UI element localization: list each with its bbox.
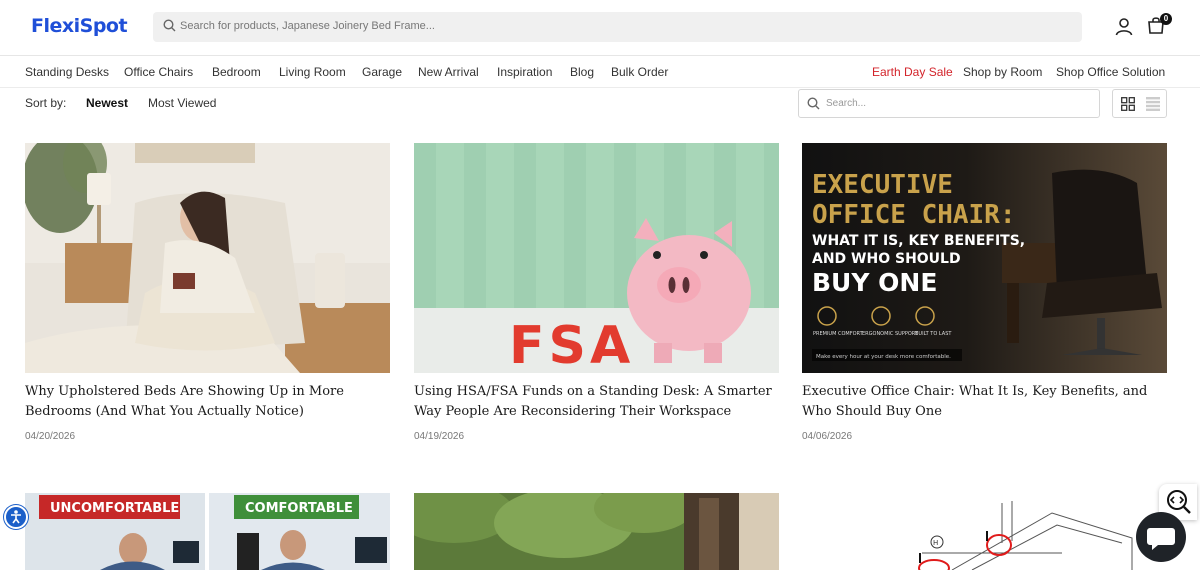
nav-garage[interactable]: Garage (362, 65, 402, 79)
nav-blog[interactable]: Blog (570, 65, 594, 79)
chat-bubble-icon (1147, 528, 1175, 550)
article-title-hsa-fsa[interactable]: Using HSA/FSA Funds on a Standing Desk: … (414, 382, 779, 422)
article-date: 04/19/2026 (414, 431, 465, 442)
fsa-letters: FSA (509, 316, 634, 373)
flexispot-logo[interactable]: FlexiSpot (31, 15, 128, 37)
nav-earth-day-sale[interactable]: Earth Day Sale (872, 65, 953, 79)
nav-shop-by-room[interactable]: Shop by Room (963, 65, 1042, 79)
article-image-executive-chair[interactable]: EXECUTIVE OFFICE CHAIR: WHAT IT IS, KEY … (802, 143, 1167, 373)
comfortable-label: COMFORTABLE (245, 501, 353, 516)
nav-living-room[interactable]: Living Room (279, 65, 346, 79)
nav-shop-office-solution[interactable]: Shop Office Solution (1056, 65, 1165, 79)
article-date: 04/20/2026 (25, 431, 76, 442)
site-search-placeholder: Search for products, Japanese Joinery Be… (180, 20, 435, 32)
sort-label: Sort by: (25, 96, 67, 110)
article-image-greenery[interactable] (414, 493, 779, 570)
article-image-upholstered-beds[interactable] (25, 143, 390, 373)
nav-standing-desks[interactable]: Standing Desks (25, 65, 109, 79)
chair-headline-5: BUY ONE (812, 268, 937, 297)
main-navigation: Standing Desks Office Chairs Bedroom Liv… (0, 56, 1200, 88)
search-icon (807, 97, 820, 110)
site-search-input[interactable]: Search for products, Japanese Joinery Be… (153, 12, 1082, 42)
article-image-posture-comparison[interactable]: UNCOMFORTABLE COMFORTABLE (25, 493, 390, 570)
blog-search-input[interactable]: Search... (798, 89, 1100, 118)
article-date: 04/06/2026 (802, 431, 853, 442)
article-image-hsa-fsa[interactable]: FSA (414, 143, 779, 373)
chair-headline-3: WHAT IT IS, KEY BENEFITS, (812, 233, 1025, 249)
blog-search-placeholder: Search... (826, 98, 867, 109)
diagram-h-label: H (933, 539, 938, 547)
sort-option-most-viewed[interactable]: Most Viewed (148, 96, 216, 110)
nav-inspiration[interactable]: Inspiration (497, 65, 552, 79)
article-title-upholstered-beds[interactable]: Why Upholstered Beds Are Showing Up in M… (25, 382, 390, 422)
nav-new-arrival[interactable]: New Arrival (418, 65, 479, 79)
badge-ergonomic-support: ERGONOMIC SUPPORT (862, 331, 919, 337)
sort-option-newest[interactable]: Newest (86, 96, 128, 110)
list-view-icon[interactable] (1146, 97, 1160, 111)
accessibility-button[interactable] (4, 505, 28, 529)
chat-button[interactable] (1136, 512, 1186, 562)
nav-office-chairs[interactable]: Office Chairs (124, 65, 193, 79)
badge-built-to-last: BUILT TO LAST (915, 331, 952, 337)
cart-count-badge: 0 (1160, 13, 1172, 25)
grid-view-icon[interactable] (1121, 97, 1135, 111)
chair-headline-4: AND WHO SHOULD (812, 251, 961, 267)
chair-footer-text: Make every hour at your desk more comfor… (816, 354, 951, 360)
article-title-executive-chair[interactable]: Executive Office Chair: What It Is, Key … (802, 382, 1167, 422)
chair-headline-1: EXECUTIVE (812, 170, 953, 200)
uncomfortable-label: UNCOMFORTABLE (50, 501, 179, 516)
article-image-bed-diagram[interactable]: H (802, 493, 1167, 570)
chair-headline-2: OFFICE CHAIR: (812, 200, 1016, 230)
user-account-icon[interactable] (1115, 17, 1133, 36)
view-toggle (1112, 89, 1167, 118)
site-header: FlexiSpot Search for products, Japanese … (0, 0, 1200, 56)
nav-bedroom[interactable]: Bedroom (212, 65, 261, 79)
search-icon (163, 19, 176, 32)
accessibility-icon (11, 510, 21, 524)
badge-premium-comfort: PREMIUM COMFORT (813, 331, 864, 337)
nav-bulk-order[interactable]: Bulk Order (611, 65, 668, 79)
